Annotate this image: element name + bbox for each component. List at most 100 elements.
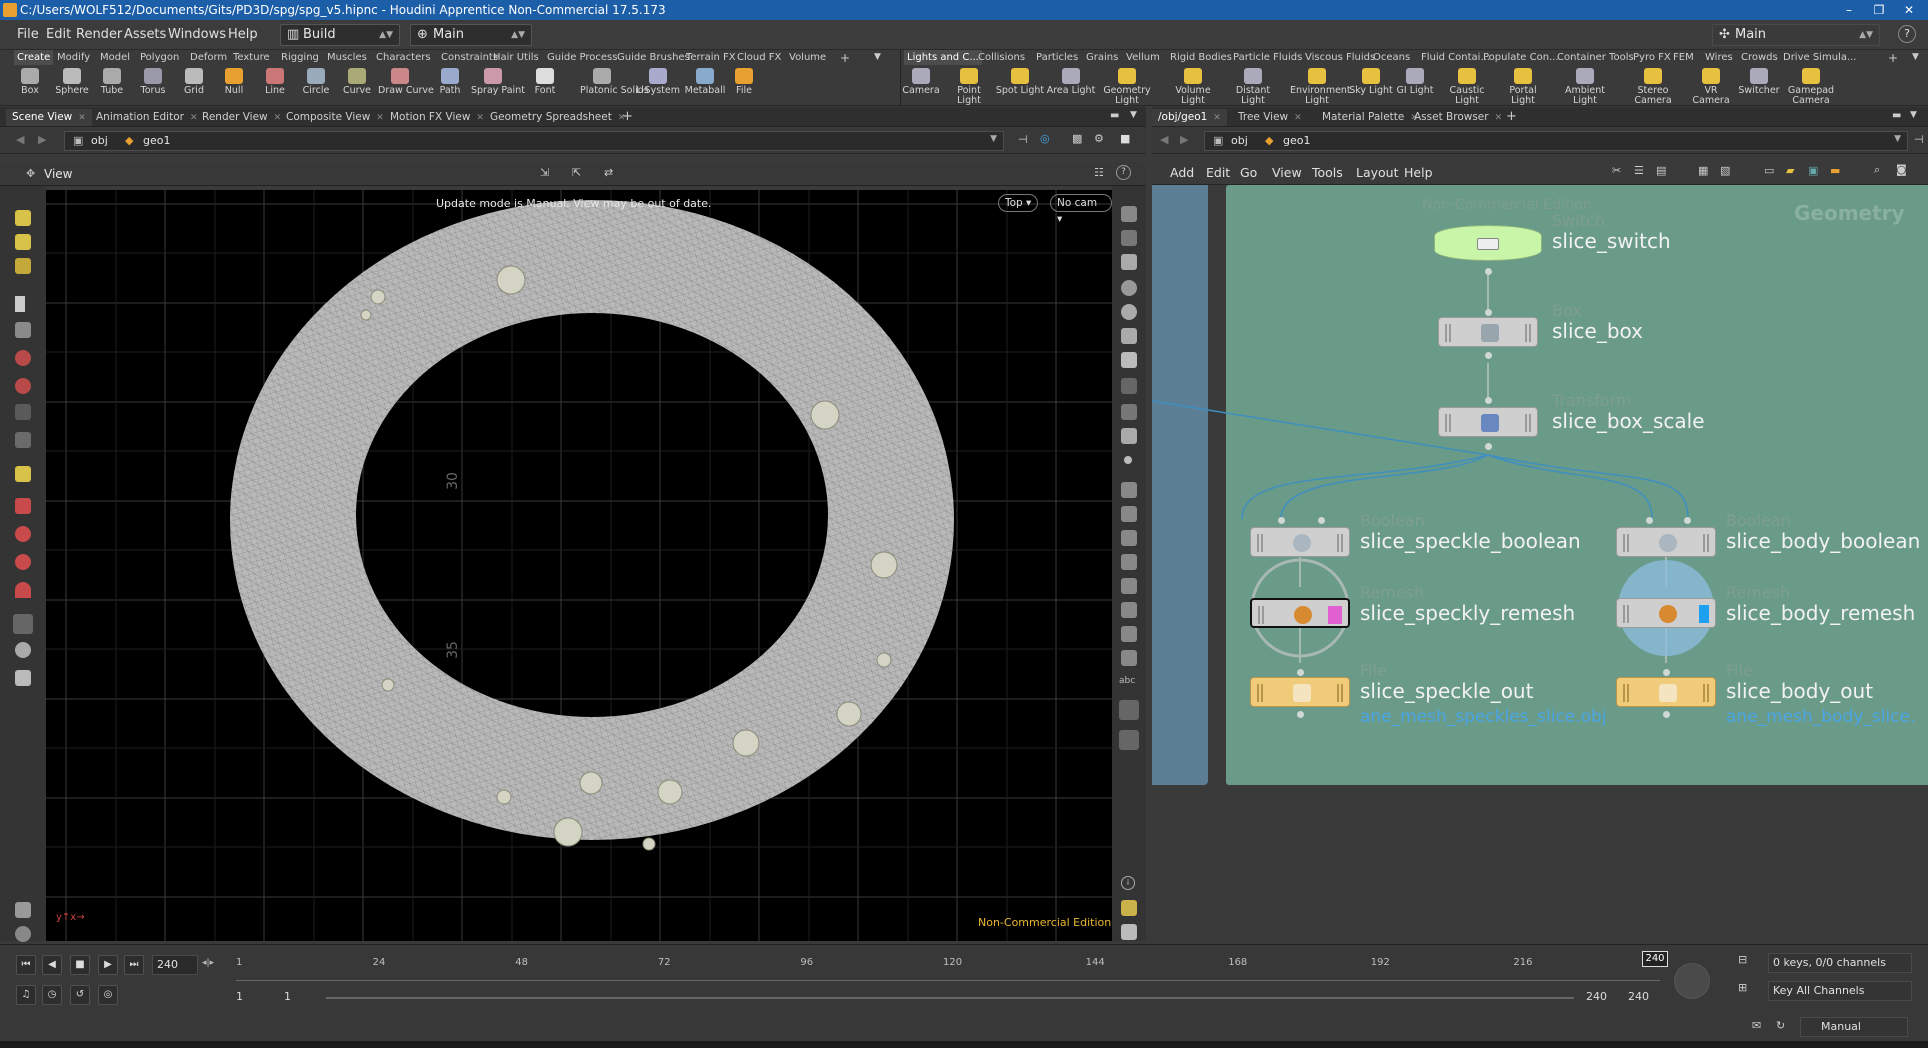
lighting-mode-icon[interactable] [1121,352,1137,368]
input-port-a[interactable] [1646,517,1653,524]
snap-icon[interactable]: ⇄ [604,166,613,179]
text-display-icon[interactable]: abc [1119,676,1139,692]
range-start-field-2[interactable]: 1 [284,990,291,1003]
shelf-tab-volume[interactable]: Volume [786,50,829,65]
pane-menu-icon[interactable]: ▼ [1130,110,1137,120]
node-slice-body-out[interactable] [1616,677,1716,707]
shelf-tab-drive-simula[interactable]: Drive Simula... [1780,50,1860,65]
node-name-slice-switch[interactable]: slice_switch [1552,229,1671,253]
input-port[interactable] [1485,309,1492,316]
workspace-selector[interactable]: ✣ Main ▲▼ [1712,24,1880,46]
shelf-tab-populate-con[interactable]: Populate Con... [1480,50,1562,65]
pane-tab-obj-geo1[interactable]: /obj/geo1 ✕ [1152,109,1227,126]
tools-icon[interactable]: ✂ [1612,164,1621,177]
pointer-tool-icon[interactable] [15,296,25,312]
shelf-tab-deform[interactable]: Deform [187,50,230,65]
playhead-marker[interactable]: 240 [1642,951,1668,967]
update-mode-field[interactable]: Manual [1800,1017,1908,1037]
background-icon[interactable] [1121,378,1137,394]
pose-tool-icon[interactable] [15,432,31,448]
minimize-button[interactable]: – [1834,0,1864,20]
network-menu-help[interactable]: Help [1404,165,1433,180]
input-port-b[interactable] [1318,517,1325,524]
pin-icon-right[interactable]: ⊣ [1914,133,1924,146]
shelf-tool-point-light[interactable]: Point Light [944,66,994,106]
shelf-tool-portal-light[interactable]: Portal Light [1498,66,1548,106]
back-arrow-icon[interactable]: ◀ [16,133,24,146]
pane-tab-animation-editor[interactable]: Animation Editor ✕ [90,109,204,126]
realtime-button[interactable]: ◷ [42,985,62,1005]
shelf-tab-polygon[interactable]: Polygon [137,50,182,65]
node-slice-body-remesh[interactable] [1616,598,1716,628]
point-display-icon[interactable] [1124,456,1132,464]
shelf-tab-collisions[interactable]: Collisions [975,50,1028,65]
step-back-button[interactable]: ◀ [42,955,62,975]
compass-icon[interactable] [1121,626,1137,642]
select-tool-icon[interactable]: ⇲ [540,166,549,179]
image-icon[interactable]: ▣ [1808,164,1818,177]
shelf-tab-crowds[interactable]: Crowds [1738,50,1781,65]
grid-view-icon[interactable] [1121,900,1137,916]
shelf-tool-gamepad-camera[interactable]: Gamepad Camera [1786,66,1836,106]
menu-help[interactable]: Help [228,27,258,42]
shelf-tab-modify[interactable]: Modify [54,50,93,65]
network-menu-layout[interactable]: Layout [1356,165,1399,180]
network-path-field[interactable]: ▣ obj ◆ geo1 ▼ [64,131,1004,151]
sticky-note-icon[interactable]: ▰ [1786,164,1794,177]
pane-tab-asset-browser[interactable]: Asset Browser ✕ [1408,109,1508,126]
menu-windows[interactable]: Windows [168,27,226,42]
tab-close-icon[interactable]: ✕ [1213,113,1221,123]
light-icon[interactable] [1121,328,1137,344]
shelf-tab-fem[interactable]: FEM [1670,50,1697,65]
close-button[interactable]: ✕ [1894,0,1924,20]
shelf-tool-camera[interactable]: Camera [896,66,946,104]
shelf-menu-chevron-icon-right[interactable]: ▼ [1912,52,1919,62]
lock-icon[interactable] [15,322,31,338]
link-icon[interactable]: ◎ [1040,132,1050,145]
viewport-options-icon[interactable]: ☷ [1094,166,1104,179]
stop-button[interactable]: ■ [70,955,90,975]
pane-tab-geometry-spreadsheet[interactable]: Geometry Spreadsheet ✕ [484,109,631,126]
rotate-tool-icon[interactable] [15,378,31,394]
color-palette-icon[interactable]: ▬ [1830,164,1840,177]
normals-icon[interactable] [1121,482,1137,498]
input-port-b[interactable] [1684,517,1691,524]
camera-menu[interactable]: No cam ▾ [1050,194,1112,225]
shelf-tool-spray-paint[interactable]: Spray Paint [471,66,525,104]
shelf-tool-draw-curve[interactable]: Draw Curve [378,66,434,104]
path-segment-obj[interactable]: obj [91,134,108,147]
output-port[interactable] [1485,268,1492,275]
shelf-tab-oceans[interactable]: Oceans [1370,50,1413,65]
path-dropdown-icon-right[interactable]: ▼ [1894,134,1901,144]
shelf-tool-switcher[interactable]: Switcher [1734,66,1784,104]
tree-icon[interactable]: ☰ [1634,164,1644,177]
desktop-selector[interactable]: ▥ Build ▲▼ [280,24,400,46]
viewport-help-icon[interactable]: ? [1116,165,1131,180]
render-region-icon[interactable] [15,926,31,942]
output-port[interactable] [1663,711,1670,718]
network-menu-view[interactable]: View [1272,165,1302,180]
input-port[interactable] [1297,669,1304,676]
shelf-tool-stereo-camera[interactable]: Stereo Camera [1628,66,1678,106]
pane-tab-scene-view[interactable]: Scene View ✕ [6,109,92,126]
display-icon[interactable] [1121,206,1137,222]
shelf-tool-box[interactable]: Box [8,66,52,104]
shelf-tab-rigid-bodies[interactable]: Rigid Bodies [1167,50,1235,65]
shelf-tool-circle[interactable]: Circle [294,66,338,104]
shelf-tool-geometry-light[interactable]: Geometry Light [1102,66,1152,106]
tab-close-icon[interactable]: ✕ [78,113,86,123]
chat-icon[interactable]: ✉ [1752,1019,1761,1032]
edge-display-icon[interactable] [1121,506,1137,522]
shelf-tool-sphere[interactable]: Sphere [50,66,94,104]
pane-maximize-icon[interactable]: ▬ [1110,110,1119,121]
shelf-tool-grid[interactable]: Grid [172,66,216,104]
pane-menu-icon-right[interactable]: ▼ [1910,110,1917,120]
output-port[interactable] [1485,443,1492,450]
range-slider[interactable] [326,997,1574,999]
component-select-icon[interactable] [15,234,31,250]
restore-button[interactable]: ❐ [1864,0,1894,20]
network-menu-tools[interactable]: Tools [1312,165,1343,180]
transform-tool-icon[interactable] [15,350,31,366]
snap-grid-icon[interactable] [15,498,31,514]
node-name-slice-speckle-boolean[interactable]: slice_speckle_boolean [1360,529,1581,553]
